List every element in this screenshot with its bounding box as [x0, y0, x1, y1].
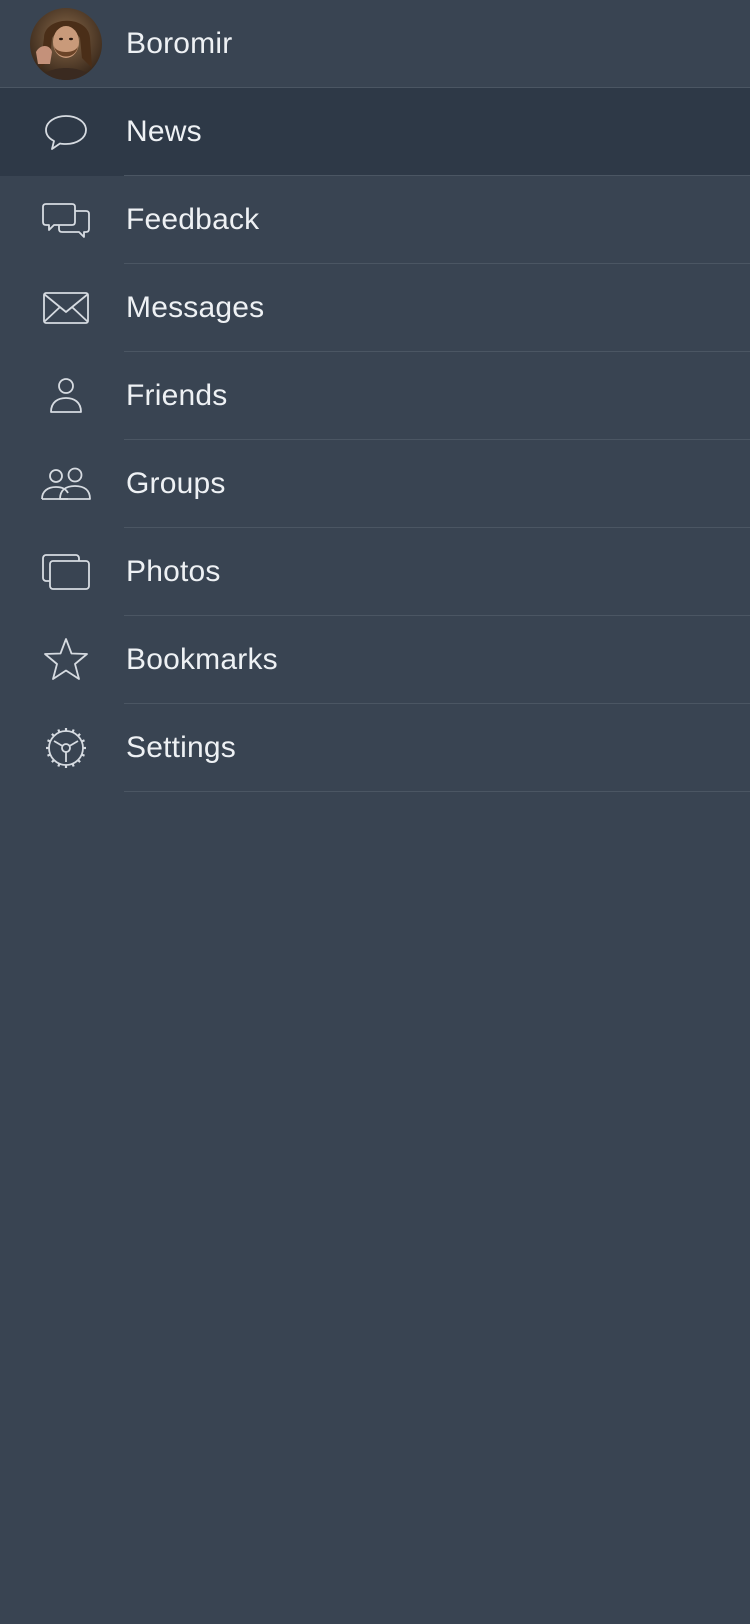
menu-item-label: News	[126, 115, 202, 148]
menu-item-news[interactable]: News	[0, 88, 750, 176]
menu-item-photos[interactable]: Photos	[0, 528, 750, 616]
avatar[interactable]	[30, 8, 102, 80]
avatar-image	[30, 8, 102, 80]
menu-item-label: Friends	[126, 379, 228, 412]
menu-item-label: Bookmarks	[126, 643, 278, 676]
menu-item-label: Photos	[126, 555, 221, 588]
menu-item-groups[interactable]: Groups	[0, 440, 750, 528]
menu-item-bookmarks[interactable]: Bookmarks	[0, 616, 750, 704]
menu-item-label: Messages	[126, 291, 265, 324]
people-icon	[28, 440, 104, 528]
speech-bubble-icon	[28, 88, 104, 176]
menu-item-messages[interactable]: Messages	[0, 264, 750, 352]
side-menu: Boromir News Feedback Messages Friends G…	[0, 0, 750, 792]
envelope-icon	[28, 264, 104, 352]
profile-name: Boromir	[126, 27, 233, 60]
gear-icon	[28, 704, 104, 792]
menu-item-label: Groups	[126, 467, 226, 500]
profile-row[interactable]: Boromir	[0, 0, 750, 88]
menu-item-label: Feedback	[126, 203, 260, 236]
double-speech-bubble-icon	[28, 176, 104, 264]
menu-item-settings[interactable]: Settings	[0, 704, 750, 792]
menu-item-friends[interactable]: Friends	[0, 352, 750, 440]
menu-item-feedback[interactable]: Feedback	[0, 176, 750, 264]
photos-icon	[28, 528, 104, 616]
menu-item-label: Settings	[126, 731, 236, 764]
person-icon	[28, 352, 104, 440]
star-icon	[28, 616, 104, 704]
